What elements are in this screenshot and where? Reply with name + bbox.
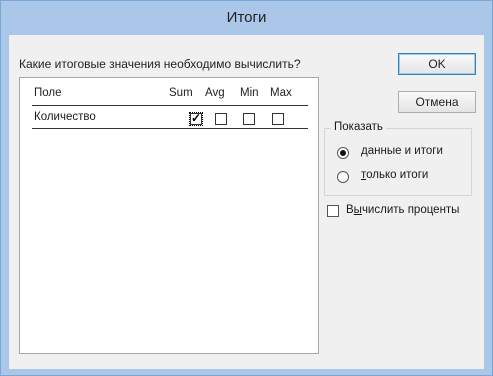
totals-dialog: Итоги Какие итоговые значения необходимо…	[0, 0, 493, 376]
totals-list: Поле Sum Avg Min Max Количество	[19, 77, 319, 354]
radio-data-and-totals[interactable]	[337, 147, 349, 159]
show-group-label: Показать	[331, 121, 386, 133]
show-groupbox: Показать данные и итоги только итоги	[324, 121, 472, 196]
column-header-sum: Sum	[169, 87, 193, 99]
column-header-max: Max	[270, 87, 292, 99]
max-checkbox[interactable]	[272, 113, 284, 125]
row-divider	[32, 128, 308, 129]
min-checkbox[interactable]	[243, 113, 255, 125]
column-header-avg: Avg	[205, 87, 225, 99]
column-header-min: Min	[240, 87, 259, 99]
field-name: Количество	[34, 111, 96, 123]
dialog-body: Какие итоговые значения необходимо вычис…	[9, 35, 484, 369]
sum-checkbox[interactable]	[190, 111, 202, 125]
radio-label-totals-only[interactable]: только итоги	[361, 169, 428, 181]
radio-label-data-and-totals[interactable]: данные и итоги	[361, 145, 443, 157]
cancel-button[interactable]: Отмена	[398, 91, 476, 113]
question-label: Какие итоговые значения необходимо вычис…	[19, 57, 301, 71]
radio-totals-only[interactable]	[337, 171, 349, 183]
column-header-field: Поле	[34, 87, 62, 99]
dialog-title: Итоги	[226, 9, 267, 26]
title-bar: Итоги	[1, 1, 492, 35]
ok-button[interactable]: OK	[398, 53, 476, 75]
avg-checkbox[interactable]	[215, 113, 227, 125]
header-divider	[32, 105, 308, 106]
compute-percent-label[interactable]: Вычислить проценты	[346, 204, 459, 216]
compute-percent-checkbox[interactable]	[327, 205, 339, 217]
